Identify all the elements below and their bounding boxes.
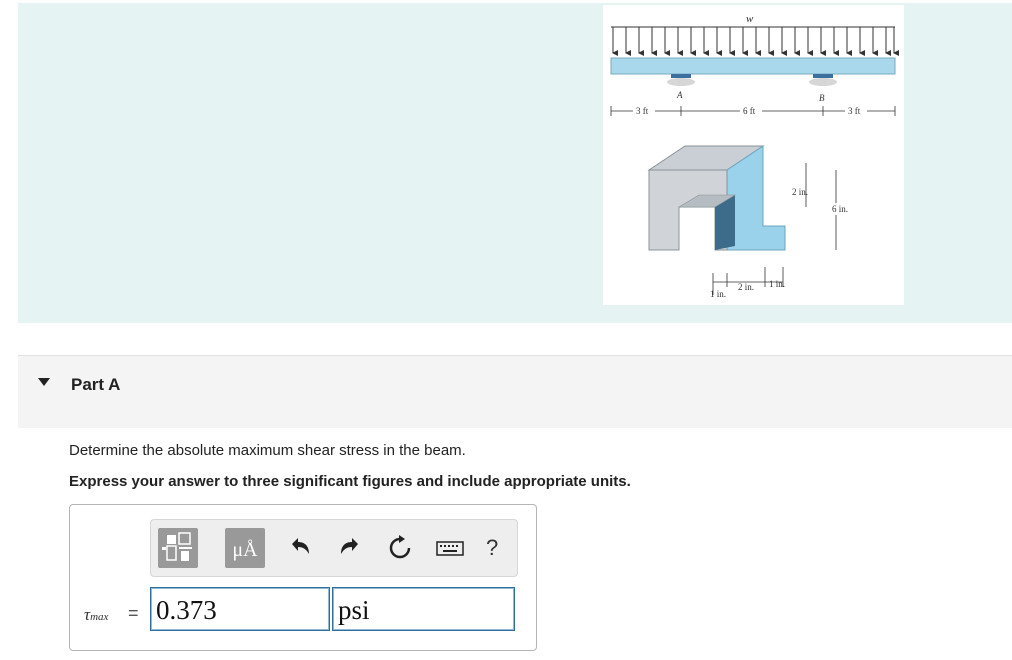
dim-bottom-left-label: 1 in.: [710, 289, 726, 299]
beam: [610, 57, 896, 75]
undo-icon[interactable]: [287, 534, 313, 562]
support-b-label: B: [819, 93, 825, 103]
dim-total-height-label: 6 in.: [832, 204, 848, 214]
math-toolbar: μÅ ?: [150, 519, 518, 577]
part-title: Part A: [71, 375, 121, 394]
support-a: [671, 74, 691, 78]
support-a-label: A: [676, 90, 683, 100]
load-label: w: [746, 13, 754, 25]
templates-button[interactable]: [158, 528, 198, 568]
support-a-base: [667, 78, 695, 86]
reset-icon[interactable]: [387, 534, 413, 562]
problem-panel: w A B 3 ft 6 ft 3 ft 2 in. 6 in. 1 in. 2…: [18, 3, 1012, 323]
dim-bottom-right-label: 1 in.: [769, 279, 785, 289]
support-b: [813, 74, 833, 78]
value-input[interactable]: 0.373: [150, 587, 330, 631]
keyboard-icon[interactable]: [435, 534, 465, 562]
dim-top-height-label: 2 in.: [792, 187, 808, 197]
templates-icon: [162, 532, 192, 561]
support-b-base: [809, 78, 837, 86]
dim-right-label: 3 ft: [848, 106, 861, 116]
dim-bottom-mid-label: 2 in.: [738, 282, 754, 292]
redo-icon[interactable]: [337, 534, 363, 562]
answer-instruction: Express your answer to three significant…: [69, 473, 631, 490]
distributed-load-arrows: [612, 27, 899, 56]
answer-symbol: τmax: [84, 605, 108, 625]
problem-figure: w A B 3 ft 6 ft 3 ft 2 in. 6 in. 1 in. 2…: [603, 5, 904, 305]
dim-left-label: 3 ft: [636, 106, 649, 116]
equals-sign: =: [128, 603, 139, 623]
dim-mid-label: 6 ft: [743, 106, 756, 116]
part-a-header[interactable]: Part A: [18, 355, 1012, 428]
help-button[interactable]: ?: [486, 535, 498, 561]
figure-svg: w A B 3 ft 6 ft 3 ft 2 in. 6 in. 1 in. 2…: [610, 13, 899, 299]
question-text: Determine the absolute maximum shear str…: [69, 442, 466, 459]
unit-input[interactable]: psi: [332, 587, 515, 631]
collapse-caret-icon[interactable]: [38, 378, 50, 386]
tau-subscript: max: [90, 611, 109, 623]
units-label: μÅ: [232, 539, 258, 561]
answer-box: μÅ ? τmax = 0.373 psi: [69, 504, 537, 651]
units-button[interactable]: μÅ: [225, 528, 265, 568]
